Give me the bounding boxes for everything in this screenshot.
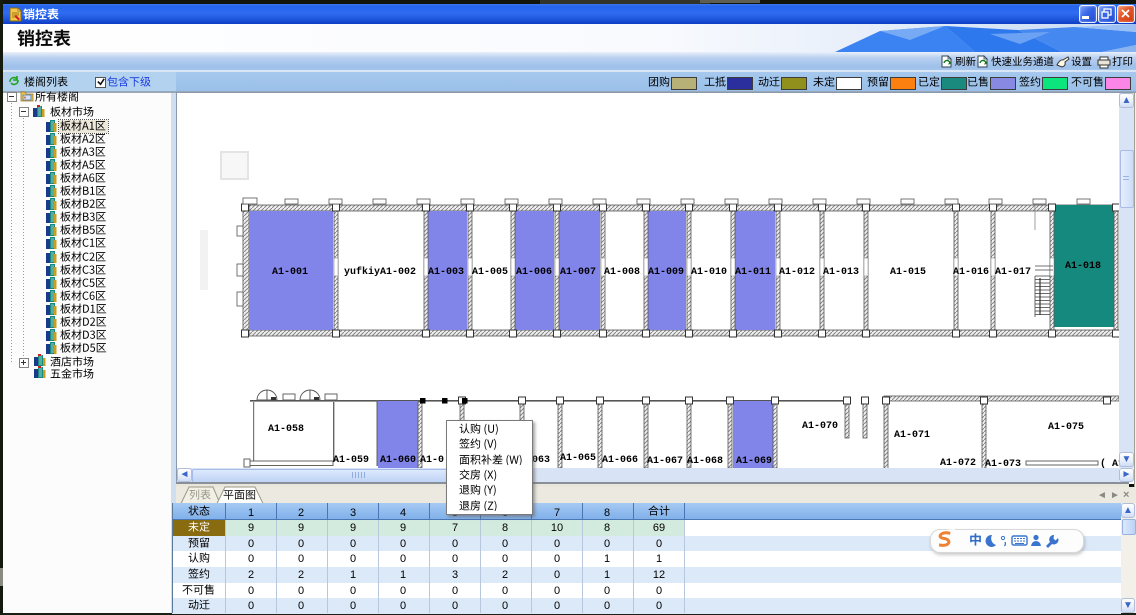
svg-text:A1-068: A1-068 bbox=[687, 456, 723, 467]
svg-text:A1-065: A1-065 bbox=[560, 453, 596, 464]
svg-text:A1-017: A1-017 bbox=[995, 267, 1031, 278]
svg-text:A1-015: A1-015 bbox=[890, 267, 926, 278]
svg-text:A1-072: A1-072 bbox=[940, 458, 976, 468]
svg-text:A1-059: A1-059 bbox=[333, 455, 369, 466]
svg-text:A1-071: A1-071 bbox=[894, 430, 930, 441]
svg-text:A1-058: A1-058 bbox=[268, 424, 304, 435]
svg-text:A1-060: A1-060 bbox=[380, 455, 416, 466]
svg-text:A1-018: A1-018 bbox=[1065, 261, 1101, 272]
svg-text:( A1: ( A1 bbox=[1100, 458, 1119, 468]
svg-text:A1-013: A1-013 bbox=[823, 267, 859, 278]
svg-text:A1-005: A1-005 bbox=[472, 267, 508, 278]
svg-text:A1-006: A1-006 bbox=[516, 267, 552, 278]
svg-text:A1-001: A1-001 bbox=[272, 267, 308, 278]
svg-text:A1-009: A1-009 bbox=[648, 267, 684, 278]
svg-text:A1-069: A1-069 bbox=[736, 456, 772, 467]
svg-text:A1-016: A1-016 bbox=[953, 267, 989, 278]
svg-text:063: 063 bbox=[532, 455, 550, 466]
svg-text:yufkiyA1-002: yufkiyA1-002 bbox=[344, 266, 416, 278]
svg-text:A1-073: A1-073 bbox=[985, 459, 1021, 468]
svg-text:A1-003: A1-003 bbox=[428, 267, 464, 278]
svg-text:A1-075: A1-075 bbox=[1048, 422, 1084, 433]
svg-text:A1-067: A1-067 bbox=[647, 456, 683, 467]
svg-text:A1-010: A1-010 bbox=[691, 267, 727, 278]
svg-text:A1-0: A1-0 bbox=[420, 455, 444, 466]
svg-text:A1-007: A1-007 bbox=[560, 267, 596, 278]
svg-text:A1-070: A1-070 bbox=[802, 421, 838, 432]
svg-text:A1-011: A1-011 bbox=[735, 267, 771, 278]
svg-text:A1-008: A1-008 bbox=[604, 267, 640, 278]
svg-text:A1-012: A1-012 bbox=[779, 267, 815, 278]
svg-text:A1-066: A1-066 bbox=[602, 455, 638, 466]
